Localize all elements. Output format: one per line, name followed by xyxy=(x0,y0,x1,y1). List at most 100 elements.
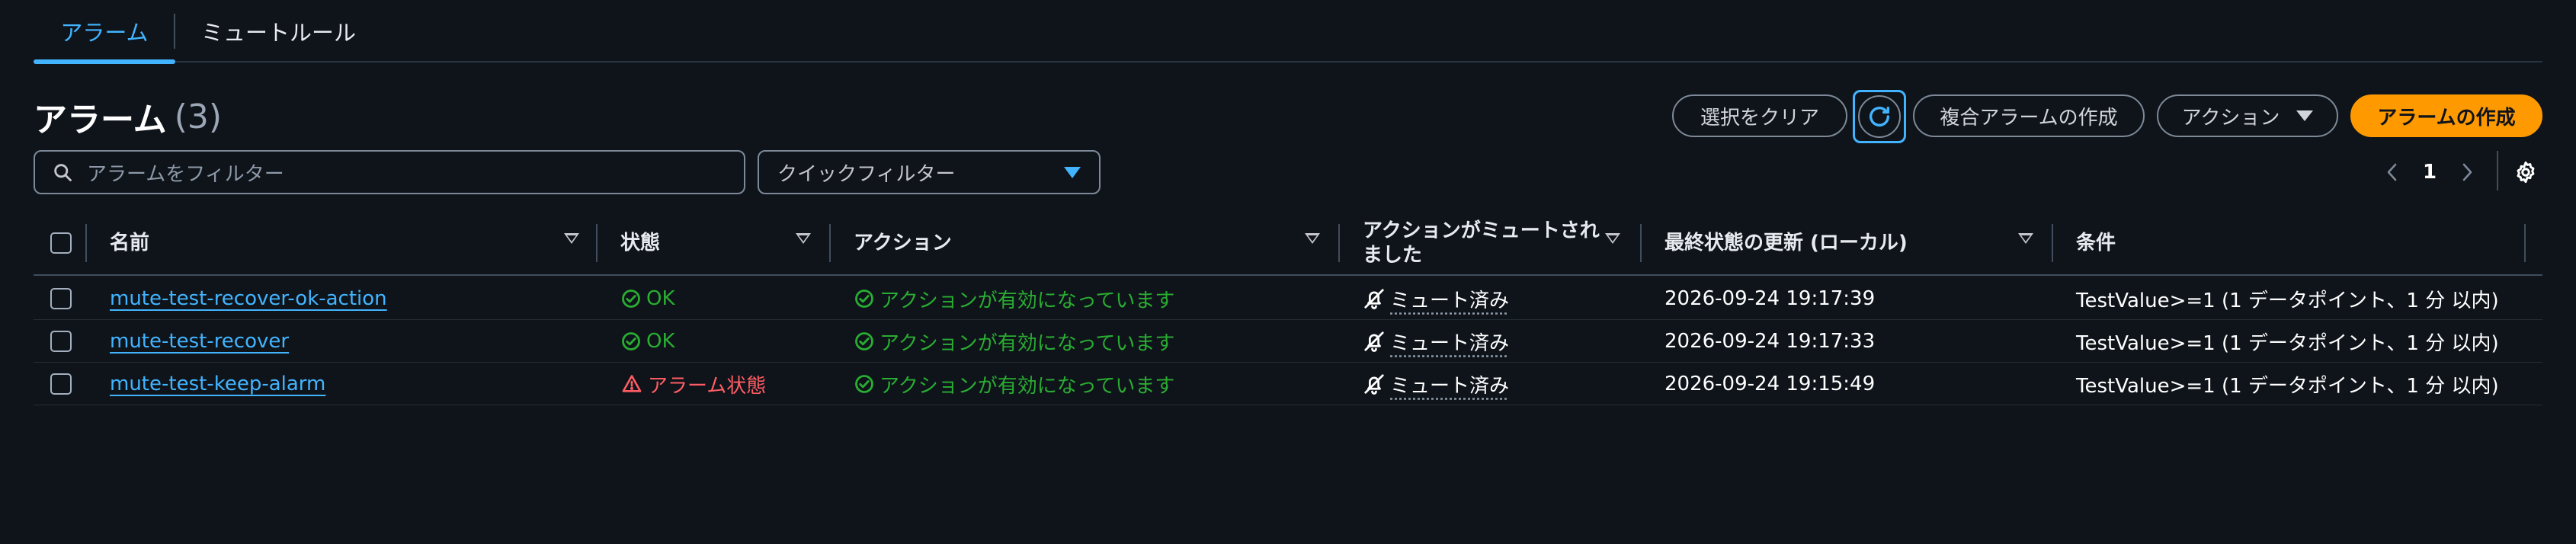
column-header-actions[interactable]: アクション xyxy=(854,210,952,276)
last-updated-cell: 2026-09-24 19:15:49 xyxy=(1664,373,1876,395)
muted-status-label[interactable]: ミュート済み xyxy=(1390,285,1509,313)
create-composite-alarm-button[interactable]: 複合アラームの作成 xyxy=(1913,94,2145,137)
last-updated-cell: 2026-09-24 19:17:33 xyxy=(1664,330,1876,353)
alarm-name-link[interactable]: mute-test-keep-alarm xyxy=(110,373,325,395)
pagination-divider xyxy=(2497,151,2498,190)
column-header-state-label: 状態 xyxy=(620,232,661,254)
actions-label: アクションが有効になっています xyxy=(879,331,1175,355)
column-header-state[interactable]: 状態 xyxy=(620,210,660,276)
next-page-button[interactable] xyxy=(2456,157,2478,187)
actions-label: アクションが有効になっています xyxy=(879,374,1175,398)
refresh-icon xyxy=(1869,106,1890,126)
column-divider xyxy=(85,224,87,262)
table-preferences-button[interactable] xyxy=(2510,157,2541,187)
column-header-conditions[interactable]: 条件 xyxy=(2076,210,2116,276)
last-updated-cell: 2026-09-24 19:17:39 xyxy=(1664,287,1876,310)
state-label: OK xyxy=(646,330,675,353)
gear-icon xyxy=(2517,161,2535,184)
bell-muted-icon xyxy=(1364,289,1384,309)
check-circle-icon xyxy=(855,290,873,308)
column-header-actions-muted[interactable]: アクションがミュートされ ました xyxy=(1363,210,1600,276)
bell-muted-icon xyxy=(1364,374,1384,395)
column-header-updated-label: 最終状態の更新 (ローカル) xyxy=(1664,232,1908,254)
page-title: アラーム (3) xyxy=(34,93,222,140)
state-cell: OK xyxy=(620,320,675,363)
current-page-number[interactable]: 1 xyxy=(2421,157,2439,187)
clear-selection-button[interactable]: 選択をクリア xyxy=(1672,94,1847,137)
column-divider[interactable] xyxy=(829,224,831,262)
state-label: OK xyxy=(646,287,675,310)
bell-muted-icon xyxy=(1364,331,1384,352)
actions-cell: アクションが有効になっています xyxy=(854,277,1174,320)
caret-down-icon xyxy=(1064,166,1081,178)
muted-cell: ミュート済み xyxy=(1363,277,1509,320)
state-cell: OK xyxy=(620,277,675,320)
column-header-name-label: 名前 xyxy=(110,232,150,254)
column-divider[interactable] xyxy=(2524,224,2526,262)
sort-icon[interactable] xyxy=(564,233,579,244)
column-header-muted-label-line1: アクションがミュートされ xyxy=(1363,219,1600,242)
muted-status-label[interactable]: ミュート済み xyxy=(1390,370,1509,398)
refresh-button[interactable] xyxy=(1853,90,1906,143)
column-divider[interactable] xyxy=(596,224,598,262)
previous-page-button[interactable] xyxy=(2381,157,2404,187)
check-circle-icon xyxy=(855,332,873,350)
tab-alarms[interactable]: アラーム xyxy=(34,0,175,64)
select-all-cell xyxy=(50,210,72,276)
column-divider[interactable] xyxy=(1338,224,1340,262)
actions-label: アクションが有効になっています xyxy=(879,289,1175,312)
conditions-cell: TestValue>=1 (1 データポイント、1 分 以内) xyxy=(2076,374,2499,398)
state-cell: アラーム状態 xyxy=(620,363,766,405)
search-icon xyxy=(54,164,72,181)
muted-status-label[interactable]: ミュート済み xyxy=(1390,328,1509,356)
column-divider[interactable] xyxy=(1640,224,1642,262)
row-checkbox[interactable] xyxy=(50,288,72,309)
column-header-last-updated[interactable]: 最終状態の更新 (ローカル) xyxy=(1664,210,1908,276)
chevron-right-icon xyxy=(2462,163,2472,181)
alarm-name-link[interactable]: mute-test-recover xyxy=(110,330,289,353)
muted-cell: ミュート済み xyxy=(1363,320,1509,363)
filter-alarms-placeholder: アラームをフィルター xyxy=(87,162,284,186)
table-row: mute-test-keep-alarm アラーム状態 アクションが有効になって… xyxy=(34,363,2542,405)
filter-alarms-input[interactable]: アラームをフィルター xyxy=(34,150,745,194)
column-divider[interactable] xyxy=(2052,224,2053,262)
row-select-cell xyxy=(50,320,72,363)
alarm-count: (3) xyxy=(174,97,223,136)
row-checkbox[interactable] xyxy=(50,373,72,395)
conditions-cell: TestValue>=1 (1 データポイント、1 分 以内) xyxy=(2076,331,2499,355)
create-alarm-button[interactable]: アラームの作成 xyxy=(2350,94,2542,137)
conditions-cell: TestValue>=1 (1 データポイント、1 分 以内) xyxy=(2076,289,2499,312)
table-row: mute-test-recover-ok-action OK アクションが有効に… xyxy=(34,277,2542,320)
column-header-conditions-label: 条件 xyxy=(2076,232,2116,254)
row-select-cell xyxy=(50,363,72,405)
quick-filter-select[interactable]: クイックフィルター xyxy=(758,150,1101,194)
check-circle-icon xyxy=(855,375,873,393)
caret-down-icon xyxy=(2296,110,2314,121)
table-row: mute-test-recover OK アクションが有効になっています ミュー… xyxy=(34,320,2542,363)
refresh-button-inner xyxy=(1858,95,1901,138)
check-circle-icon xyxy=(622,290,640,308)
tab-mute-rules[interactable]: ミュートルール xyxy=(201,0,392,62)
column-header-actions-label: アクション xyxy=(854,232,952,254)
tab-bar: アラーム ミュートルール xyxy=(34,0,2542,64)
sort-icon[interactable] xyxy=(1605,233,1620,244)
column-header-name[interactable]: 名前 xyxy=(110,210,149,276)
alarm-name-link[interactable]: mute-test-recover-ok-action xyxy=(110,287,387,310)
row-checkbox[interactable] xyxy=(50,331,72,352)
state-label: アラーム状態 xyxy=(648,374,767,398)
sort-icon[interactable] xyxy=(796,233,811,244)
actions-cell: アクションが有効になっています xyxy=(854,320,1174,363)
select-all-checkbox[interactable] xyxy=(50,232,72,254)
actions-dropdown-button[interactable]: アクション xyxy=(2157,94,2338,137)
sort-icon[interactable] xyxy=(2018,233,2033,244)
actions-dropdown-label: アクション xyxy=(2181,106,2280,130)
actions-cell: アクションが有効になっています xyxy=(854,363,1174,405)
sort-icon[interactable] xyxy=(1305,233,1320,244)
column-header-muted-label-line2: ました xyxy=(1363,244,1423,267)
muted-cell: ミュート済み xyxy=(1363,363,1509,405)
warning-triangle-icon xyxy=(622,375,642,392)
tab-divider xyxy=(174,14,175,49)
table-header: 名前 状態 アクション アクションがミュートされ ました 最終状態の更新 (ロー… xyxy=(34,210,2542,276)
row-select-cell xyxy=(50,277,72,320)
check-circle-icon xyxy=(622,332,640,350)
